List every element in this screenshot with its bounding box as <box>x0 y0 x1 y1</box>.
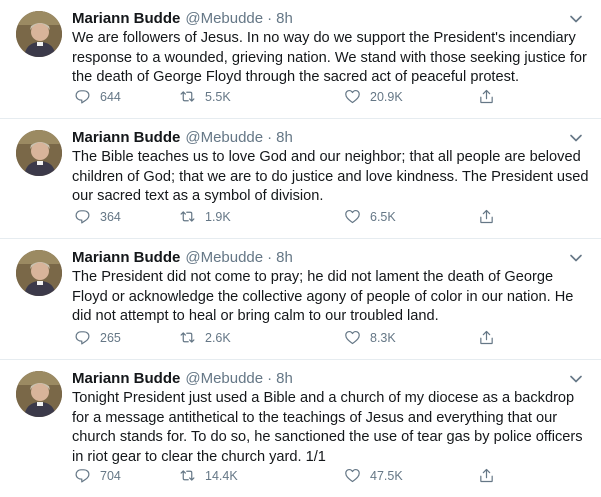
share-icon <box>480 330 493 345</box>
reply-count: 644 <box>100 89 121 104</box>
tweet-text: Tonight President just used a Bible and … <box>72 390 583 465</box>
like-count: 20.9K <box>370 89 403 104</box>
separator: · <box>267 10 273 27</box>
tweet[interactable]: Mariann Budde @Mebudde · 8h The Bible te… <box>0 119 601 239</box>
reply-icon <box>75 90 90 104</box>
tweet-header: Mariann Budde @Mebudde · 8h <box>72 128 585 148</box>
tweet-actions: 644 5.5K 20.9K <box>72 88 512 108</box>
share-icon <box>480 89 493 104</box>
retweet-icon <box>180 332 195 343</box>
reply-button[interactable]: 704 <box>74 467 121 484</box>
retweet-icon <box>180 470 195 481</box>
heart-icon <box>345 209 360 224</box>
tweet-text: We are followers of Jesus. In no way do … <box>72 30 587 86</box>
retweet-count: 14.4K <box>205 468 238 483</box>
retweet-count: 1.9K <box>205 209 231 224</box>
separator: · <box>267 129 273 146</box>
like-button[interactable]: 20.9K <box>344 88 403 105</box>
chevron-down-icon[interactable] <box>569 131 583 145</box>
retweet-button[interactable]: 14.4K <box>179 467 238 484</box>
tweet-header: Mariann Budde @Mebudde · 8h <box>72 369 585 389</box>
tweet-actions: 704 14.4K 47.5K <box>72 467 512 487</box>
avatar[interactable] <box>16 250 62 296</box>
reply-icon <box>75 210 90 224</box>
share-button[interactable] <box>478 467 504 484</box>
like-count: 47.5K <box>370 468 403 483</box>
author-name[interactable]: Mariann Budde <box>72 9 180 29</box>
reply-count: 265 <box>100 330 121 345</box>
author-handle[interactable]: @Mebudde <box>185 128 263 148</box>
tweet-text: The Bible teaches us to love God and our… <box>72 149 589 205</box>
timestamp[interactable]: 8h <box>276 9 293 29</box>
retweet-count: 5.5K <box>205 89 231 104</box>
avatar[interactable] <box>16 11 62 57</box>
tweet[interactable]: Mariann Budde @Mebudde · 8h Tonight Pres… <box>0 360 601 497</box>
chevron-down-icon[interactable] <box>569 12 583 26</box>
heart-icon <box>345 89 360 104</box>
heart-icon <box>345 468 360 483</box>
reply-count: 704 <box>100 468 121 483</box>
retweet-button[interactable]: 5.5K <box>179 88 231 105</box>
retweet-count: 2.6K <box>205 330 231 345</box>
author-name[interactable]: Mariann Budde <box>72 369 180 389</box>
author-name[interactable]: Mariann Budde <box>72 128 180 148</box>
like-button[interactable]: 6.5K <box>344 208 396 225</box>
share-icon <box>480 209 493 224</box>
author-handle[interactable]: @Mebudde <box>185 9 263 29</box>
chevron-down-icon[interactable] <box>569 372 583 386</box>
separator: · <box>267 249 273 266</box>
author-handle[interactable]: @Mebudde <box>185 369 263 389</box>
reply-icon <box>75 331 90 345</box>
tweet-text: The President did not come to pray; he d… <box>72 269 574 325</box>
reply-count: 364 <box>100 209 121 224</box>
retweet-button[interactable]: 2.6K <box>179 329 231 346</box>
tweet-actions: 364 1.9K 6.5K <box>72 208 512 228</box>
chevron-down-icon[interactable] <box>569 251 583 265</box>
separator: · <box>267 370 273 387</box>
reply-icon <box>75 469 90 483</box>
tweet-feed: Mariann Budde @Mebudde · 8h We are follo… <box>0 0 601 497</box>
retweet-button[interactable]: 1.9K <box>179 208 231 225</box>
like-button[interactable]: 47.5K <box>344 467 403 484</box>
avatar[interactable] <box>16 130 62 176</box>
retweet-icon <box>180 211 195 222</box>
reply-button[interactable]: 265 <box>74 329 121 346</box>
share-button[interactable] <box>478 329 504 346</box>
reply-button[interactable]: 644 <box>74 88 121 105</box>
timestamp[interactable]: 8h <box>276 128 293 148</box>
avatar[interactable] <box>16 371 62 417</box>
heart-icon <box>345 330 360 345</box>
share-button[interactable] <box>478 88 504 105</box>
tweet-actions: 265 2.6K 8.3K <box>72 329 512 349</box>
author-handle[interactable]: @Mebudde <box>185 248 263 268</box>
reply-button[interactable]: 364 <box>74 208 121 225</box>
timestamp[interactable]: 8h <box>276 248 293 268</box>
share-button[interactable] <box>478 208 504 225</box>
retweet-icon <box>180 91 195 102</box>
author-name[interactable]: Mariann Budde <box>72 248 180 268</box>
tweet[interactable]: Mariann Budde @Mebudde · 8h We are follo… <box>0 0 601 119</box>
like-count: 8.3K <box>370 330 396 345</box>
tweet-header: Mariann Budde @Mebudde · 8h <box>72 9 585 29</box>
like-count: 6.5K <box>370 209 396 224</box>
tweet[interactable]: Mariann Budde @Mebudde · 8h The Presiden… <box>0 239 601 360</box>
tweet-header: Mariann Budde @Mebudde · 8h <box>72 248 585 268</box>
timestamp[interactable]: 8h <box>276 369 293 389</box>
like-button[interactable]: 8.3K <box>344 329 396 346</box>
share-icon <box>480 468 493 483</box>
